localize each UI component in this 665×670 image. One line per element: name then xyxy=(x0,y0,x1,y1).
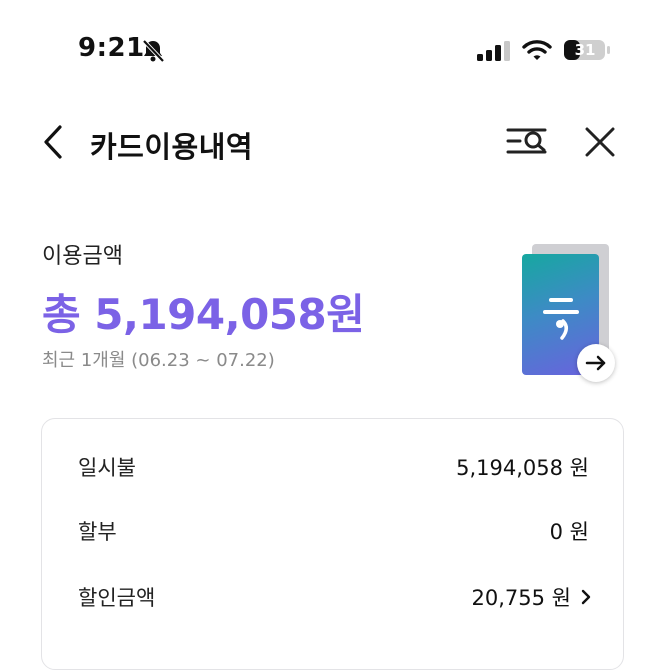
breakdown-row-installment: 할부 0 원 xyxy=(78,515,589,547)
card-thumbnail[interactable] xyxy=(518,240,618,385)
breakdown-row-label: 할인금액 xyxy=(78,586,156,610)
page-title: 카드이용내역 xyxy=(90,130,254,164)
breakdown-row-label: 할부 xyxy=(78,520,117,544)
battery-level: 31 xyxy=(574,41,596,59)
breakdown-row-lump-sum: 일시불 5,194,058 원 xyxy=(78,451,589,483)
breakdown-box: 일시불 5,194,058 원 할부 0 원 할인금액 20,755 원 xyxy=(41,418,624,670)
search-filter-icon[interactable] xyxy=(504,122,550,162)
close-icon[interactable] xyxy=(580,122,620,162)
chevron-left-icon[interactable] xyxy=(36,122,76,162)
bell-muted-icon xyxy=(142,39,165,63)
nav-bar: 카드이용내역 xyxy=(0,110,665,174)
status-time: 9:21 xyxy=(78,33,145,63)
breakdown-row-discount[interactable]: 할인금액 20,755 원 xyxy=(78,581,593,613)
card-logo xyxy=(543,298,579,340)
usage-amount-label: 이용금액 xyxy=(42,244,123,269)
chevron-right-icon xyxy=(581,589,591,605)
breakdown-row-value: 5,194,058 원 xyxy=(456,456,589,480)
breakdown-row-value-wrap: 20,755 원 xyxy=(472,582,593,612)
usage-period: 최근 1개월 (06.23 ~ 07.22) xyxy=(42,350,275,371)
card-arrow-button[interactable] xyxy=(577,344,615,382)
breakdown-row-value: 20,755 원 xyxy=(471,586,571,610)
arrow-right-icon xyxy=(585,355,606,371)
breakdown-row-label: 일시불 xyxy=(78,456,136,480)
cellular-signal-icon xyxy=(477,41,510,61)
breakdown-row-value: 0 원 xyxy=(549,520,589,544)
battery-icon: 31 xyxy=(563,38,611,62)
status-bar: 9:21 31 xyxy=(0,0,665,100)
usage-total-amount: 총 5,194,058원 xyxy=(42,290,365,339)
wifi-icon xyxy=(522,40,552,60)
